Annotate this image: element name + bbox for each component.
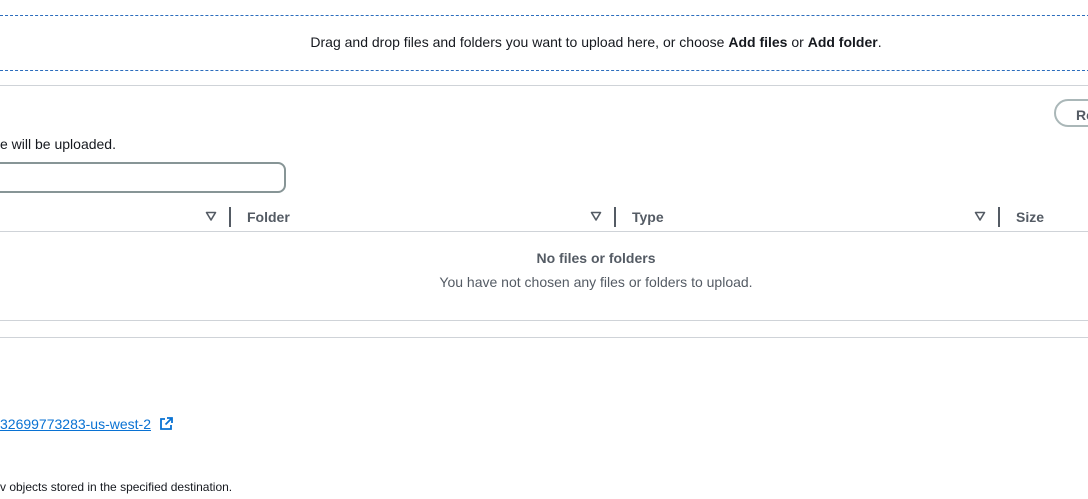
- section-divider: [0, 85, 1088, 86]
- files-description: e will be uploaded.: [0, 136, 116, 152]
- column-header-type[interactable]: Type: [632, 209, 664, 225]
- sort-caret-down-icon[interactable]: [974, 209, 986, 223]
- destination-bucket-link[interactable]: 32699773283-us-west-2: [0, 416, 151, 432]
- destination-description: v objects stored in the specified destin…: [0, 480, 233, 494]
- dropzone-text-prefix: Drag and drop files and folders you want…: [310, 34, 729, 50]
- remove-button[interactable]: Re: [1054, 99, 1088, 127]
- empty-state-title: No files or folders: [536, 250, 656, 266]
- dropzone-instructions: Drag and drop files and folders you want…: [0, 34, 1088, 50]
- column-separator[interactable]: [229, 207, 231, 227]
- column-header-size[interactable]: Size: [1016, 209, 1044, 225]
- dropzone-text-middle: or: [787, 34, 808, 50]
- column-separator[interactable]: [998, 207, 1000, 227]
- sort-caret-down-icon[interactable]: [590, 209, 602, 223]
- add-files-text: Add files: [728, 34, 788, 50]
- external-link-icon[interactable]: [158, 416, 174, 432]
- column-separator[interactable]: [614, 207, 616, 227]
- section-divider: [0, 337, 1088, 338]
- column-header-folder[interactable]: Folder: [247, 209, 290, 225]
- add-folder-text: Add folder: [807, 34, 878, 50]
- dropzone-text-suffix: .: [877, 34, 882, 50]
- empty-state-message: You have not chosen any files or folders…: [439, 274, 753, 290]
- table-bottom-divider: [0, 320, 1088, 321]
- find-files-input[interactable]: [0, 162, 286, 193]
- table-header-divider: [0, 231, 1088, 232]
- sort-caret-down-icon[interactable]: [205, 209, 217, 223]
